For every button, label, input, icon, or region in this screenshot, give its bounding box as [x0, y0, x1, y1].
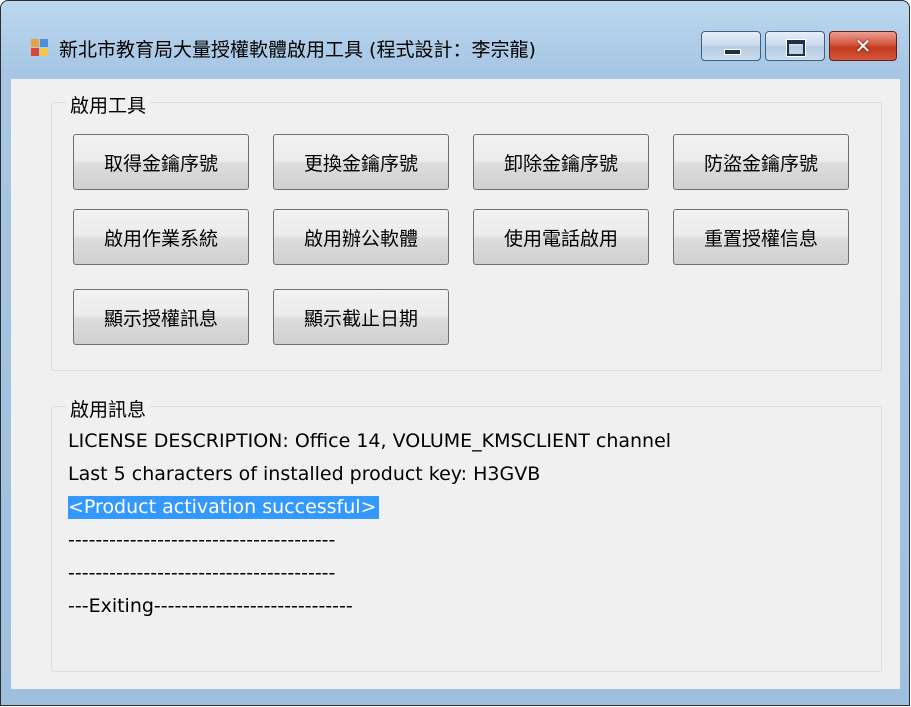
maximize-icon — [787, 40, 805, 56]
log-line: --------------------------------------- — [68, 524, 868, 557]
selected-log-text[interactable]: <Product activation successful> — [68, 496, 379, 519]
minimize-icon — [724, 49, 741, 55]
log-line: --------------------------------------- — [68, 557, 868, 590]
maximize-button[interactable] — [765, 31, 825, 61]
log-line: Last 5 characters of installed product k… — [68, 458, 868, 491]
client-area: 啟用工具 取得金鑰序號 更換金鑰序號 卸除金鑰序號 防盜金鑰序號 啟用作業系統 … — [11, 79, 900, 689]
title-bar[interactable]: 新北市教育局大量授權軟體啟用工具 (程式設計：李宗龍) ✕ — [1, 1, 909, 61]
app-window-icon[interactable] — [31, 39, 49, 57]
change-key-button[interactable]: 更換金鑰序號 — [273, 134, 449, 190]
log-line-text: --------------------------------------- — [68, 562, 336, 584]
app-window: 新北市教育局大量授權軟體啟用工具 (程式設計：李宗龍) ✕ 啟用工具 取得金鑰序… — [0, 0, 910, 706]
info-groupbox: 啟用訊息 LICENSE DESCRIPTION: Office 14, VOL… — [51, 395, 882, 672]
log-line: LICENSE DESCRIPTION: Office 14, VOLUME_K… — [68, 425, 868, 458]
close-button[interactable]: ✕ — [829, 31, 897, 61]
protect-key-button[interactable]: 防盜金鑰序號 — [673, 134, 849, 190]
reset-license-button[interactable]: 重置授權信息 — [673, 209, 849, 265]
get-key-button[interactable]: 取得金鑰序號 — [73, 134, 249, 190]
log-line-text: Last 5 characters of installed product k… — [68, 463, 541, 485]
activate-os-button[interactable]: 啟用作業系統 — [73, 209, 249, 265]
activation-log[interactable]: LICENSE DESCRIPTION: Office 14, VOLUME_K… — [68, 425, 868, 623]
log-line-text: ---Exiting----------------------------- — [68, 595, 353, 617]
log-line-highlighted: <Product activation successful> — [68, 491, 868, 524]
tools-group-title: 啟用工具 — [66, 91, 151, 118]
show-license-info-button[interactable]: 顯示授權訊息 — [73, 289, 249, 345]
activate-office-button[interactable]: 啟用辦公軟體 — [273, 209, 449, 265]
window-title: 新北市教育局大量授權軟體啟用工具 (程式設計：李宗龍) — [59, 39, 536, 61]
minimize-button[interactable] — [701, 31, 761, 61]
close-icon: ✕ — [854, 34, 872, 58]
uninstall-key-button[interactable]: 卸除金鑰序號 — [473, 134, 649, 190]
log-line-text: --------------------------------------- — [68, 529, 336, 551]
tools-groupbox: 啟用工具 取得金鑰序號 更換金鑰序號 卸除金鑰序號 防盜金鑰序號 啟用作業系統 … — [51, 91, 882, 371]
phone-activation-button[interactable]: 使用電話啟用 — [473, 209, 649, 265]
log-line-text: LICENSE DESCRIPTION: Office 14, VOLUME_K… — [68, 430, 672, 452]
log-line: ---Exiting----------------------------- — [68, 590, 868, 623]
show-expiry-date-button[interactable]: 顯示截止日期 — [273, 289, 449, 345]
info-group-title: 啟用訊息 — [66, 395, 151, 422]
